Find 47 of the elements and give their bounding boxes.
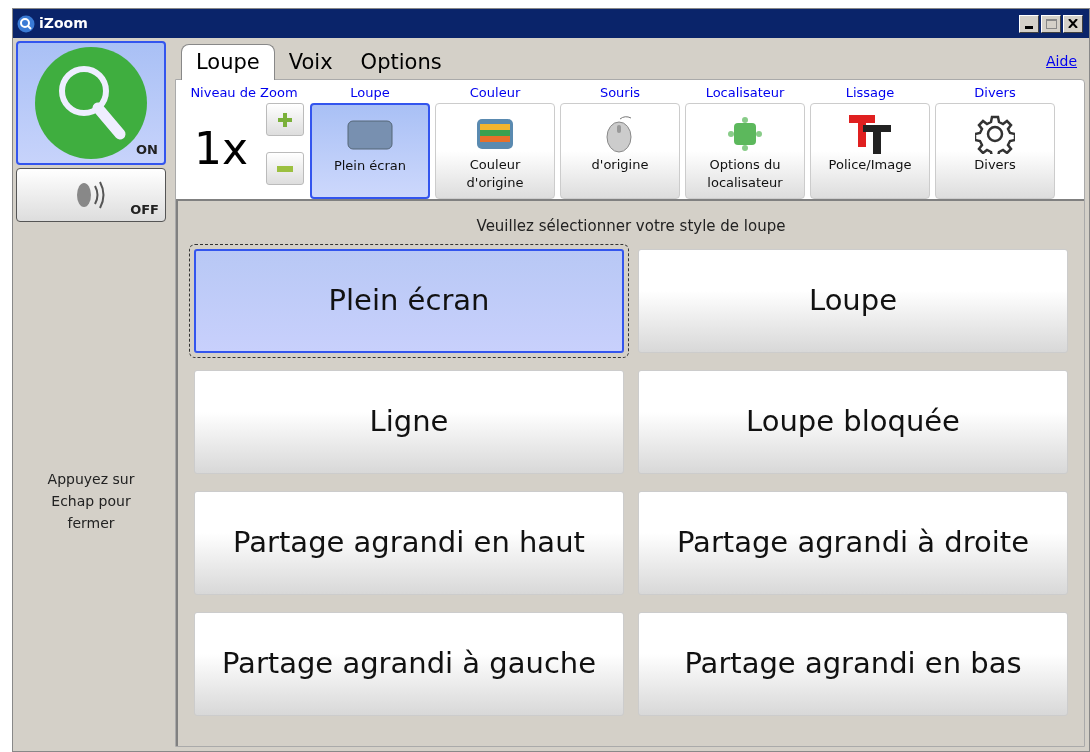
minimize-icon [1025, 25, 1033, 29]
magnifier-style-button[interactable]: Ligne [194, 369, 624, 474]
group-heading: Divers [974, 84, 1016, 102]
escape-hint: Appuyez sur Echap pour fermer [46, 470, 136, 533]
zoom-in-button[interactable] [266, 103, 304, 136]
tab[interactable]: Options [346, 47, 456, 79]
prompt-text: Veuillez sélectionner votre style de loupe [476, 216, 786, 237]
maximize-icon [1045, 18, 1057, 29]
group-heading: Loupe [350, 84, 390, 102]
group-heading: Souris [599, 84, 641, 102]
magnifier-style-button[interactable]: Partage agrandi en haut [194, 490, 624, 595]
group-heading: Localisateur [705, 84, 785, 102]
magnifier-style-button[interactable]: Plein écran [194, 248, 624, 353]
font-icon [847, 113, 893, 155]
help-link[interactable]: Aide [1046, 51, 1077, 72]
group-heading: Niveau de Zoom [190, 84, 298, 102]
tool-button[interactable]: Couleur d'origine [435, 103, 555, 199]
tab[interactable]: Loupe [181, 44, 275, 80]
group-heading: Lissage [845, 84, 895, 102]
tab[interactable]: Voix [274, 47, 347, 79]
maximize-button[interactable] [1041, 14, 1061, 33]
plus-icon [277, 111, 293, 128]
magnifier-style-button[interactable]: Partage agrandi en bas [638, 611, 1068, 716]
window-title: iZoom [39, 14, 88, 33]
tool-button[interactable]: Police/Image [810, 103, 930, 199]
mouse-icon [605, 115, 635, 153]
screen-icon [347, 120, 393, 150]
group-heading: Couleur [469, 84, 521, 102]
color-stack-icon [476, 118, 514, 150]
minus-icon [277, 165, 293, 172]
zoom-level: 1x [192, 122, 249, 176]
tool-button[interactable]: Divers [935, 103, 1055, 199]
magnifier-toggle-button[interactable]: ON [16, 41, 166, 165]
magnifier-style-button[interactable]: Partage agrandi à droite [638, 490, 1068, 595]
gear-icon [975, 114, 1015, 154]
magnifier-icon [17, 14, 35, 33]
magnifier-style-button[interactable]: Partage agrandi à gauche [194, 611, 624, 716]
tool-button[interactable]: Plein écran [310, 103, 430, 199]
tool-button[interactable]: Options du localisateur [685, 103, 805, 199]
magnifier-style-button[interactable]: Loupe [638, 248, 1068, 353]
close-button[interactable] [1063, 14, 1083, 33]
close-icon [1068, 19, 1078, 28]
magnifier-style-button[interactable]: Loupe bloquée [638, 369, 1068, 474]
tool-button[interactable]: d'origine [560, 103, 680, 199]
minimize-button[interactable] [1019, 14, 1039, 33]
move-icon [727, 116, 763, 152]
speech-toggle-button[interactable]: OFF [16, 168, 166, 222]
